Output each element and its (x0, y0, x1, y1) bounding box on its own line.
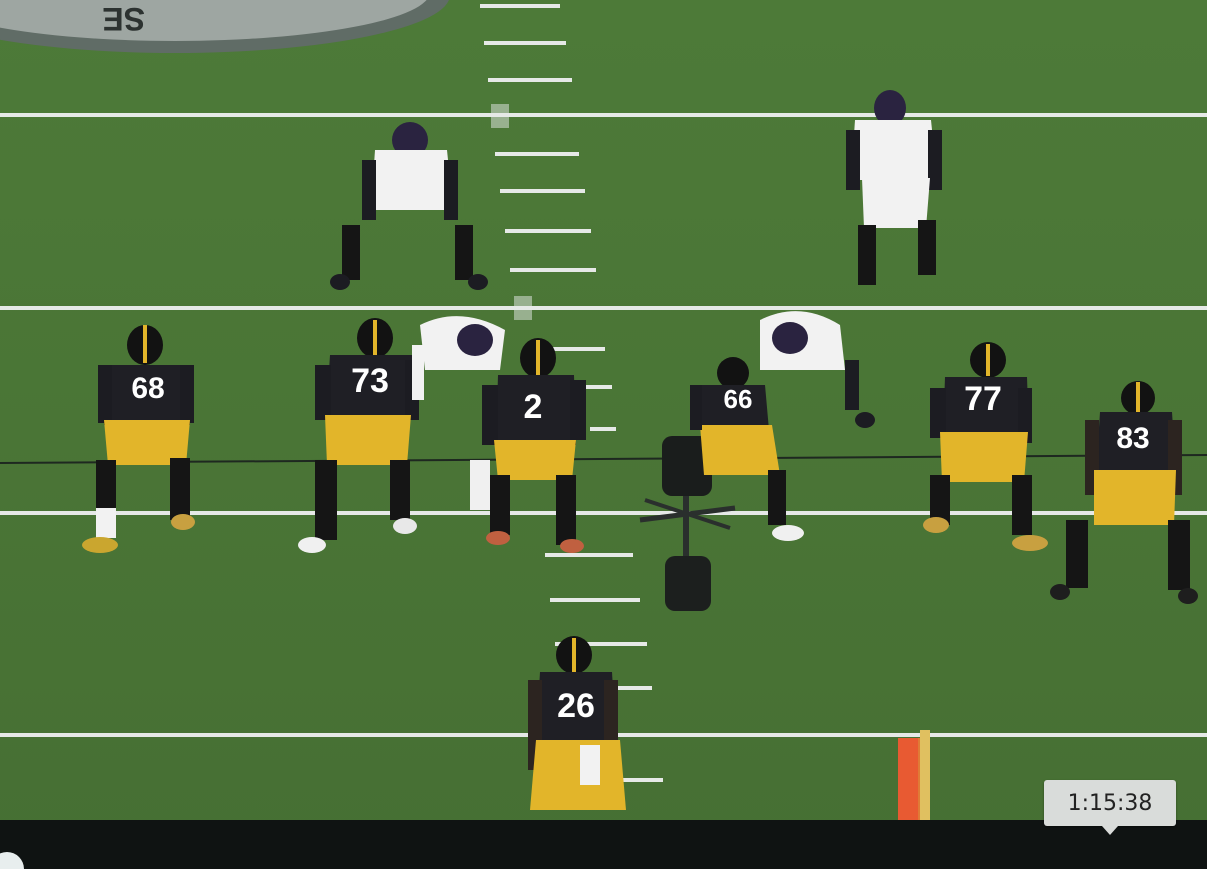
football-field-scene: SE 68 73 2 66 77 83 26 (0, 0, 1207, 869)
video-control-bar[interactable] (0, 820, 1207, 869)
jersey-number: 66 (724, 384, 753, 414)
jersey-number: 26 (557, 687, 595, 725)
timestamp-text: 1:15:38 (1067, 790, 1153, 816)
jersey-number: 73 (351, 362, 389, 400)
jersey-number: 83 (1116, 422, 1149, 455)
jersey-number: 2 (524, 388, 543, 426)
video-frame[interactable]: SE 68 73 2 66 77 83 26 1:15:38 (0, 0, 1207, 869)
logo-text: SE (102, 1, 145, 37)
timestamp-tooltip: 1:15:38 (1044, 780, 1176, 835)
down-marker (898, 730, 930, 820)
jersey-number: 68 (131, 372, 164, 405)
jersey-number: 77 (964, 380, 1002, 418)
